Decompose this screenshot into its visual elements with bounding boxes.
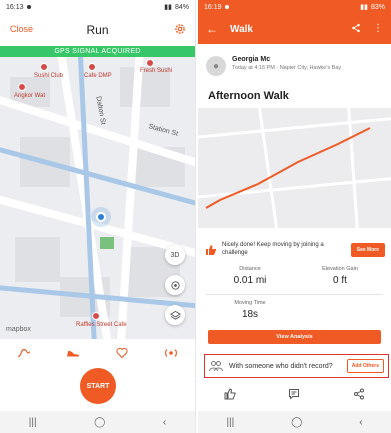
- athlete-info: ● Georgia Mc Today at 4:16 PM · Napier C…: [206, 56, 383, 84]
- route-map[interactable]: [198, 97, 391, 239]
- add-others-prompt: With someone who didn't record? Add Othe…: [204, 354, 389, 378]
- map-view[interactable]: Dalton St Station St Sushi Club Cafe DMP…: [0, 57, 195, 339]
- page-title: Walk: [230, 23, 253, 35]
- notification-icon: [224, 5, 229, 9]
- comment-icon[interactable]: [288, 388, 300, 400]
- stat-distance: Distance 0.01 mi: [210, 266, 290, 286]
- map-poi-marker[interactable]: [40, 63, 48, 71]
- back-nav-icon[interactable]: ‹: [163, 417, 166, 428]
- map-poi-label: Raffles Street Cafe: [76, 322, 127, 328]
- shoe-icon[interactable]: [66, 346, 80, 360]
- sensor-icon[interactable]: [164, 346, 178, 360]
- share-icon[interactable]: [353, 388, 365, 400]
- status-time: 16:19: [204, 3, 222, 11]
- status-bar: 16:19 ▮▮ 83%: [198, 0, 391, 14]
- status-battery: 83%: [370, 3, 385, 11]
- record-screen: 16:13 ▮▮ 84% Close Run GPS SIGNAL ACQUIR…: [0, 0, 196, 433]
- more-icon[interactable]: ⋮: [373, 23, 383, 34]
- signal-icon: ▮▮: [360, 4, 368, 11]
- android-nav-bar: ||| ◯ ‹: [198, 411, 391, 433]
- map-poi-marker[interactable]: [18, 83, 26, 91]
- avatar[interactable]: ●: [206, 56, 226, 76]
- athlete-name[interactable]: Georgia Mc: [232, 56, 341, 63]
- compass-icon: [170, 280, 180, 290]
- see-more-button[interactable]: See More: [350, 243, 385, 257]
- gps-status-banner: GPS SIGNAL ACQUIRED: [0, 46, 195, 57]
- activity-header: ← Walk ⋮: [198, 14, 391, 44]
- map-attribution: mapbox: [6, 326, 31, 333]
- view-analysis-button[interactable]: View Analysis: [208, 330, 381, 344]
- heart-icon[interactable]: [115, 346, 129, 360]
- activity-meta: Today at 4:16 PM · Napier City, Hawke's …: [232, 65, 342, 71]
- stat-label: Moving Time: [234, 300, 266, 306]
- stat-label: Distance: [239, 266, 261, 272]
- settings-gear-icon[interactable]: [173, 22, 187, 36]
- stat-moving-time: Moving Time 18s: [210, 300, 290, 320]
- status-time: 16:13: [6, 3, 24, 11]
- recenter-button[interactable]: [165, 275, 185, 295]
- map-poi-marker[interactable]: [88, 63, 96, 71]
- activity-actions: [198, 382, 391, 406]
- status-battery: 84%: [174, 3, 189, 11]
- close-button[interactable]: Close: [10, 24, 33, 34]
- stat-label: Elevation Gain: [322, 266, 358, 272]
- route-map-graphic: [198, 97, 391, 239]
- kudos-icon[interactable]: [224, 388, 236, 400]
- map-poi-label: Angkor Wat: [14, 93, 46, 99]
- add-others-message: With someone who didn't record?: [229, 362, 333, 370]
- current-location-marker: [96, 212, 106, 222]
- stat-elevation: Elevation Gain 0 ft: [300, 266, 380, 286]
- share-icon[interactable]: [351, 23, 361, 33]
- route-icon[interactable]: [17, 346, 31, 360]
- map-layers-button[interactable]: [165, 305, 185, 325]
- recent-apps-icon[interactable]: |||: [29, 417, 37, 428]
- status-bar: 16:13 ▮▮ 84%: [0, 0, 195, 14]
- layers-icon: [169, 310, 181, 320]
- challenge-message: Nicely done! Keep moving by joining a ch…: [222, 242, 324, 256]
- start-button[interactable]: START: [80, 368, 116, 404]
- add-others-button[interactable]: Add Others: [346, 359, 384, 373]
- map-poi-label: Cafe DMP: [84, 73, 112, 79]
- divider: [206, 294, 383, 295]
- back-nav-icon[interactable]: ‹: [359, 417, 362, 428]
- stat-value: 18s: [241, 309, 259, 320]
- record-options-bar: [0, 339, 195, 367]
- map-poi-marker[interactable]: [146, 59, 154, 67]
- home-icon[interactable]: ◯: [291, 417, 302, 428]
- recent-apps-icon[interactable]: |||: [226, 417, 234, 428]
- activity-detail-screen: 16:19 ▮▮ 83% ← Walk ⋮ ● Georgia Mc Today…: [198, 0, 391, 433]
- people-icon: [209, 361, 223, 372]
- stat-value: 0.01 mi: [233, 275, 267, 286]
- signal-icon: ▮▮: [164, 4, 172, 11]
- stat-value: 0 ft: [333, 275, 347, 286]
- challenge-prompt: Nicely done! Keep moving by joining a ch…: [204, 236, 385, 264]
- home-icon[interactable]: ◯: [94, 417, 105, 428]
- notification-icon: [26, 5, 31, 9]
- map-poi-marker[interactable]: [92, 312, 100, 320]
- page-title: Run: [86, 23, 109, 37]
- back-arrow-icon[interactable]: ←: [206, 22, 218, 36]
- thumb-up-icon: [204, 243, 218, 257]
- map-poi-label: Sushi Club: [34, 73, 64, 79]
- android-nav-bar: ||| ◯ ‹: [0, 411, 195, 433]
- activity-title: Afternoon Walk: [208, 90, 289, 102]
- record-header: Close Run: [0, 14, 195, 46]
- map-poi-label: Fresh Sushi: [140, 68, 173, 74]
- map-3d-button[interactable]: 3D: [165, 245, 185, 265]
